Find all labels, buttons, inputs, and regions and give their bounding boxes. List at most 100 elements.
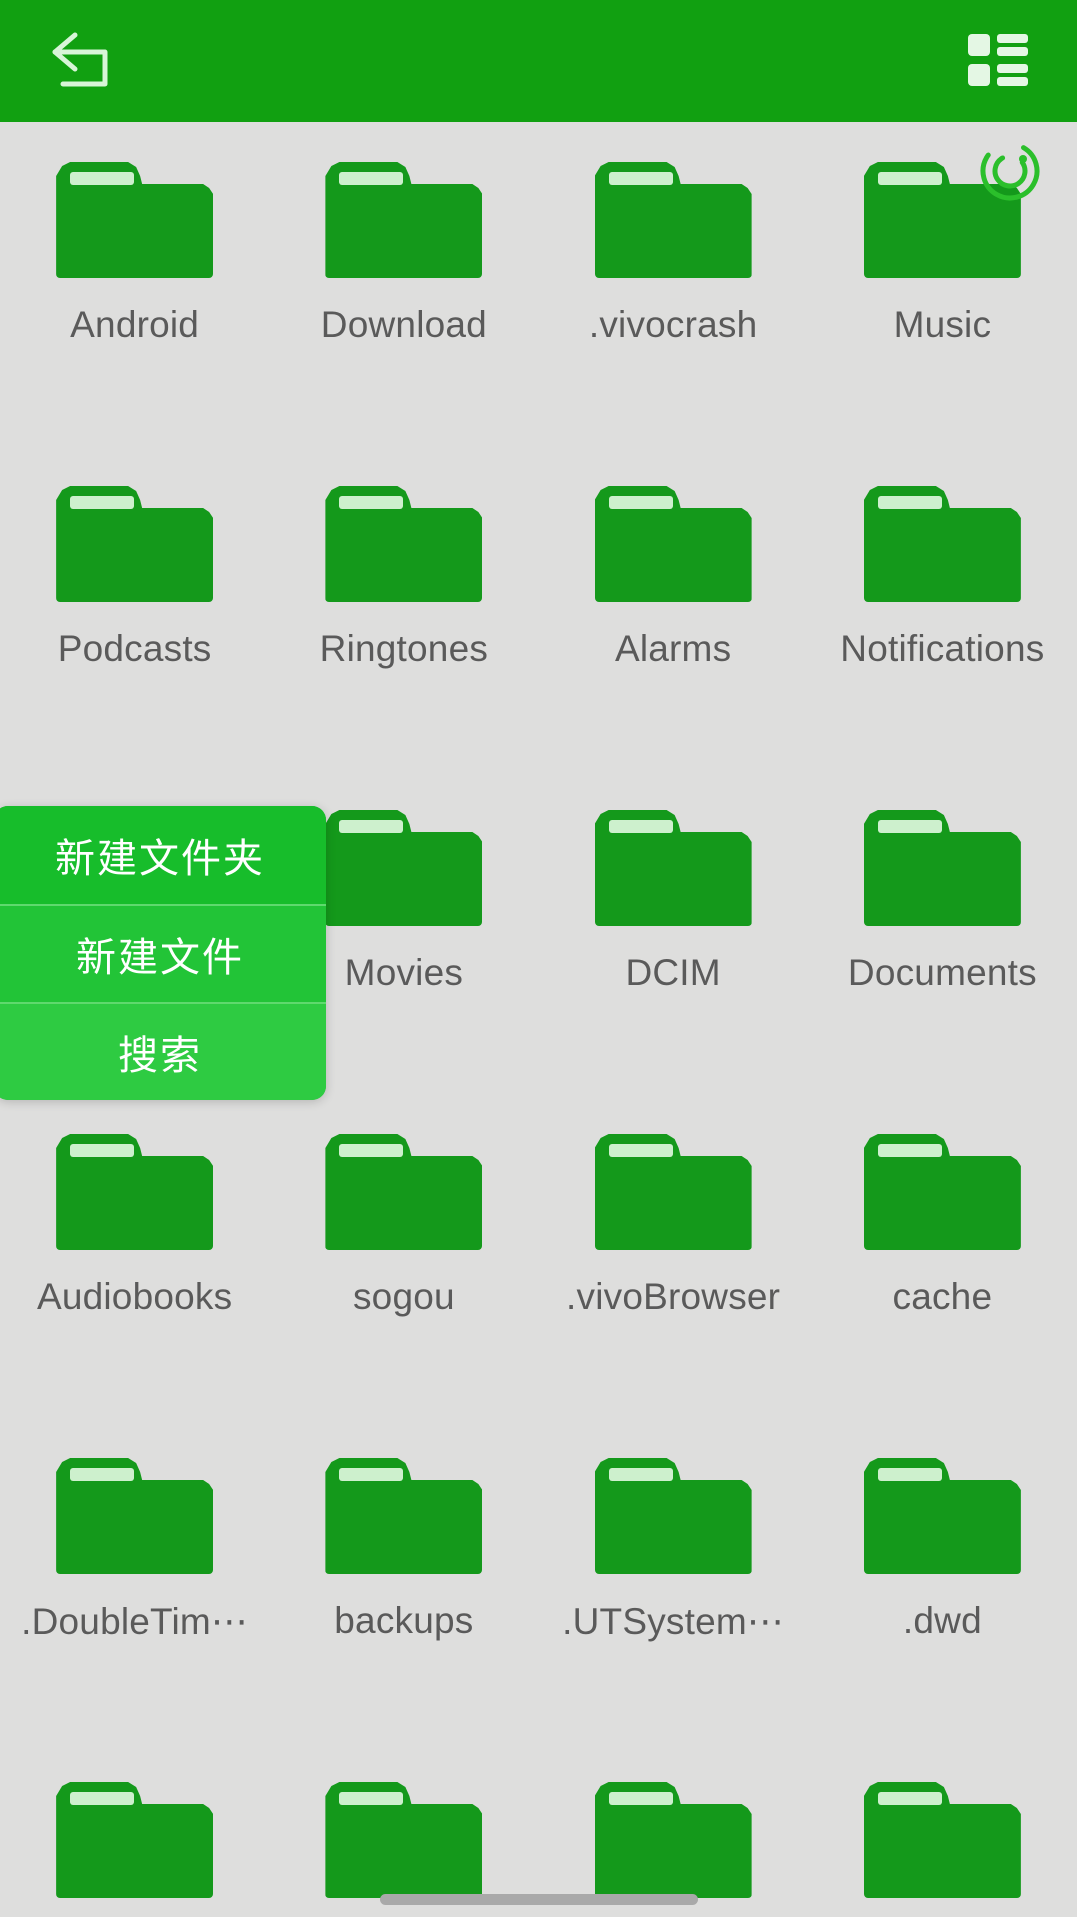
folder-icon-wrap [593,486,753,606]
folder-icon [56,162,214,278]
folder-tab [877,1468,942,1481]
folder-icon [863,1782,1021,1898]
context-menu-label: 搜索 [118,1034,202,1078]
folder-icon [594,1782,752,1898]
file-item[interactable]: .BBKAppSt⋯ [0,1766,269,1917]
file-item[interactable]: sogou [269,1118,538,1442]
file-item-label: Ringtones [319,628,489,669]
folder-tab [877,820,942,833]
view-mode-button[interactable] [955,21,1041,101]
file-item[interactable]: .UTSystem⋯ [539,1442,808,1766]
file-manager-screen: Android Download .vivocrash Music Podcasts Ri… [0,0,1077,1917]
sync-circle-icon [980,141,1040,201]
folder-tab [339,496,404,509]
context-menu-item-search[interactable]: 搜索 [0,1002,326,1100]
folder-tab [339,820,404,833]
folder-icon [325,810,483,926]
folder-tab [339,1792,404,1805]
folder-icon [56,1782,214,1898]
folder-tab [339,172,404,185]
file-item-label: .dwd [902,1600,982,1641]
folder-icon [863,810,1021,926]
context-menu-item-new-folder[interactable]: 新建文件夹 [0,806,326,904]
file-item[interactable]: DCIM [539,794,808,1118]
folder-icon [594,162,752,278]
folder-tab [608,1792,673,1805]
folder-tab [608,1144,673,1157]
file-item-label: .vivocrash [588,304,758,345]
folder-icon-wrap [324,1458,484,1578]
folder-tab [339,1468,404,1481]
file-item-label: Audiobooks [36,1276,233,1317]
file-item[interactable]: .vivoBrowser [539,1118,808,1442]
folder-icon [863,486,1021,602]
folder-icon [325,1458,483,1574]
folder-tab [608,820,673,833]
file-item[interactable]: Documents [808,794,1077,1118]
folder-icon-wrap [324,162,484,282]
folder-tab [70,172,135,185]
folder-icon-wrap [862,486,1022,606]
file-item[interactable]: backups [269,1442,538,1766]
file-item[interactable]: cache [808,1118,1077,1442]
folder-tab [70,1144,135,1157]
context-menu: 新建文件夹 新建文件 搜索 [0,806,326,1100]
folder-icon-wrap [324,486,484,606]
file-item-label: cache [892,1276,993,1317]
folder-icon-wrap [55,1782,215,1902]
folder-tab [70,1468,135,1481]
folder-icon-wrap [324,1782,484,1902]
back-button[interactable] [40,21,126,101]
folder-icon [325,162,483,278]
file-item[interactable]: .vivocrash [539,146,808,470]
folder-tab [608,172,673,185]
folder-icon-wrap [593,810,753,930]
file-item[interactable]: Notifications [808,470,1077,794]
file-item[interactable]: Alarms [539,470,808,794]
folder-icon [56,1134,214,1250]
folder-icon-wrap [862,1134,1022,1254]
folder-icon-wrap [55,162,215,282]
folder-icon [594,810,752,926]
file-item-label: .DoubleTim⋯ [21,1601,249,1642]
home-indicator[interactable] [379,1894,698,1905]
folder-icon [863,1458,1021,1574]
folder-icon [594,1134,752,1250]
file-item-label: sogou [352,1276,455,1317]
folder-tab [877,496,942,509]
file-item[interactable]: Podcasts [0,470,269,794]
folder-tab [70,496,135,509]
folder-icon-wrap [324,1134,484,1254]
file-item[interactable]: Audiobooks [0,1118,269,1442]
folder-icon [325,486,483,602]
folder-icon-wrap [55,486,215,606]
file-item-label: Movies [344,952,464,993]
back-arrow-icon [52,32,108,87]
file-item[interactable]: Ringtones [269,470,538,794]
file-item-label: Music [893,304,992,345]
context-menu-label: 新建文件 [76,936,244,980]
context-menu-item-new-file[interactable]: 新建文件 [0,904,326,1002]
file-item[interactable]: .DoubleTim⋯ [0,1442,269,1766]
folder-tab [70,1792,135,1805]
file-item-label: Alarms [614,628,732,669]
file-item[interactable]: .dwd [808,1442,1077,1766]
file-item-label: Documents [847,952,1037,993]
file-item-label: .vivoBrowser [566,1276,781,1317]
folder-icon-wrap [593,1134,753,1254]
folder-icon [863,1134,1021,1250]
file-item-label: Notifications [840,628,1045,669]
file-item-label: backups [334,1600,474,1641]
folder-icon-wrap [55,1134,215,1254]
file-item-label: Android [70,304,200,345]
file-item[interactable]: Download [269,146,538,470]
context-menu-label: 新建文件夹 [55,837,265,881]
file-item-label: DCIM [625,952,721,993]
folder-tab [877,1792,942,1805]
folder-tab [608,1468,673,1481]
folder-icon-wrap [55,1458,215,1578]
file-item[interactable]: .DataStorage [808,1766,1077,1917]
folder-icon-wrap [593,1782,753,1902]
file-item[interactable]: Android [0,146,269,470]
folder-tab [877,172,942,185]
